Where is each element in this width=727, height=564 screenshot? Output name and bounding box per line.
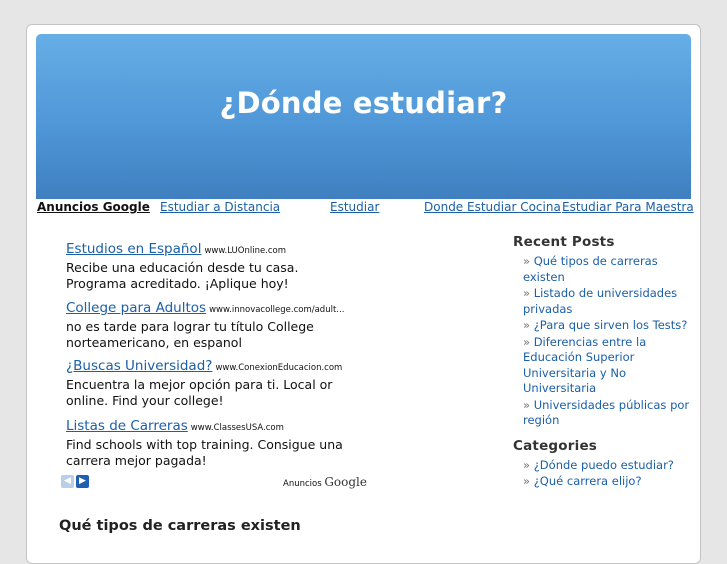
ad-headline: ¿Buscas Universidad? www.ConexionEducacio…: [66, 358, 366, 374]
ad-link-donde-estudiar-cocina[interactable]: Donde Estudiar Cocina: [424, 200, 561, 214]
recent-post-line[interactable]: privadas: [523, 302, 572, 316]
bullet-marker: »: [523, 254, 531, 268]
recent-post-line[interactable]: Diferencias entre la: [534, 335, 647, 349]
ad-description-line: Programa acreditado. ¡Aplique hoy!: [66, 276, 289, 291]
recent-post-line[interactable]: existen: [523, 270, 565, 284]
recent-post-line[interactable]: ¿Para que sirven los Tests?: [534, 318, 688, 332]
bullet-marker: »: [523, 474, 531, 488]
ad-link-estudiar[interactable]: Estudiar: [330, 200, 379, 214]
bullet-marker: »: [523, 457, 531, 472]
ad-description-line: no es tarde para lograr tu título Colleg…: [66, 319, 314, 334]
google-logo: Google: [324, 475, 367, 489]
category-item[interactable]: » ¿Dónde puedo estudiar?: [523, 458, 693, 474]
ad-description-line: Find schools with top training. Consigue…: [66, 437, 343, 452]
post-title[interactable]: Qué tipos de carreras existen: [59, 518, 301, 534]
recent-post-line[interactable]: Listado de universidades: [534, 286, 677, 300]
ad-title-link[interactable]: ¿Buscas Universidad?: [66, 358, 212, 374]
recent-post-item[interactable]: » Diferencias entre la Educación Superior…: [523, 335, 693, 397]
ad-unit: Listas de Carreras www.ClassesUSA.com Fin…: [66, 418, 366, 469]
bullet-marker: »: [523, 334, 531, 349]
recent-post-line[interactable]: Educación Superior: [523, 350, 634, 364]
ad-description: Recibe una educación desde tu casa. Prog…: [66, 260, 366, 292]
ad-unit: College para Adultos www.innovacollege.co…: [66, 300, 366, 351]
ad-description-line: online. Find your college!: [66, 393, 224, 408]
bullet-marker: »: [523, 286, 531, 300]
ad-title-link[interactable]: College para Adultos: [66, 300, 206, 316]
recent-post-line[interactable]: Universitaria: [523, 381, 596, 395]
categories-list: » ¿Dónde puedo estudiar? » ¿Qué carrera …: [513, 458, 693, 490]
recent-post-line[interactable]: Universitaria y No: [523, 366, 626, 380]
ad-description-line: Recibe una educación desde tu casa.: [66, 260, 299, 275]
ad-link-estudiar-a-distancia[interactable]: Estudiar a Distancia: [160, 200, 280, 214]
ad-pagination: ◀ ▶: [61, 475, 91, 494]
ad-description: Encuentra la mejor opción para ti. Local…: [66, 377, 366, 409]
recent-post-line[interactable]: Universidades públicas por: [534, 398, 689, 412]
ad-headline: Estudios en Español www.LUOnline.com: [66, 241, 366, 257]
ads-by-prefix: Anuncios: [283, 479, 322, 489]
categories-heading: Categories: [513, 437, 598, 454]
category-label[interactable]: ¿Qué carrera elijo?: [534, 474, 642, 488]
bullet-marker: »: [523, 318, 531, 332]
ad-description-line: norteamericano, en espanol: [66, 335, 242, 350]
site-title[interactable]: ¿Dónde estudiar?: [36, 86, 691, 120]
recent-post-line[interactable]: Qué tipos de carreras: [534, 254, 658, 268]
ad-title-link[interactable]: Listas de Carreras: [66, 418, 188, 434]
ad-url[interactable]: www.LUOnline.com: [204, 246, 286, 256]
bullet-marker: »: [523, 397, 531, 412]
recent-post-item[interactable]: » Universidades públicas por región: [523, 398, 693, 429]
category-label[interactable]: ¿Dónde puedo estudiar?: [534, 458, 674, 472]
ads-by-google[interactable]: Anuncios Google: [283, 475, 367, 489]
category-item[interactable]: » ¿Qué carrera elijo?: [523, 474, 693, 490]
recent-post-item[interactable]: » Listado de universidades privadas: [523, 286, 693, 317]
site-header-banner: ¿Dónde estudiar?: [36, 34, 691, 199]
ad-description-line: carrera mejor pagada!: [66, 453, 207, 468]
chevron-right-icon[interactable]: ▶: [76, 475, 89, 488]
ad-headline: Listas de Carreras www.ClassesUSA.com: [66, 418, 366, 434]
ad-links-bar: Anuncios Google Estudiar a Distancia Est…: [36, 199, 694, 216]
ad-unit: ¿Buscas Universidad? www.ConexionEducacio…: [66, 358, 366, 409]
ad-headline: College para Adultos www.innovacollege.co…: [66, 300, 366, 316]
ad-link-estudiar-para-maestra[interactable]: Estudiar Para Maestra: [562, 200, 694, 214]
recent-posts-list: » Qué tipos de carreras existen » Listado…: [513, 254, 693, 429]
ad-description: no es tarde para lograr tu título Colleg…: [66, 319, 366, 351]
ad-unit: Estudios en Español www.LUOnline.com Reci…: [66, 241, 366, 292]
sidebar: Recent Posts » Qué tipos de carreras exis…: [513, 234, 693, 491]
ad-url[interactable]: www.ConexionEducacion.com: [215, 363, 342, 373]
recent-posts-heading: Recent Posts: [513, 234, 615, 250]
recent-post-item[interactable]: » ¿Para que sirven los Tests?: [523, 318, 693, 334]
ad-url[interactable]: www.ClassesUSA.com: [191, 423, 284, 433]
ad-links-label[interactable]: Anuncios Google: [37, 200, 150, 214]
recent-post-item[interactable]: » Qué tipos de carreras existen: [523, 254, 693, 285]
ad-title-link[interactable]: Estudios en Español: [66, 241, 201, 257]
recent-post-line[interactable]: región: [523, 413, 559, 427]
chevron-left-icon[interactable]: ◀: [61, 475, 74, 488]
ad-description-line: Encuentra la mejor opción para ti. Local…: [66, 377, 333, 392]
ad-description: Find schools with top training. Consigue…: [66, 437, 366, 469]
ad-url[interactable]: www.innovacollege.com/adult...: [209, 305, 344, 315]
